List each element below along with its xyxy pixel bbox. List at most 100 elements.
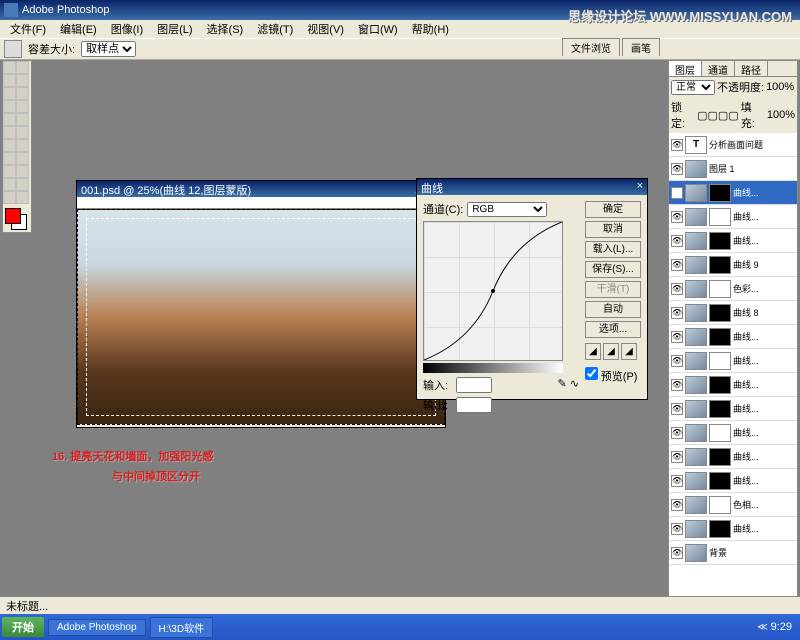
- layer-thumb[interactable]: [685, 328, 707, 346]
- layer-row[interactable]: 👁曲线...: [669, 229, 797, 253]
- layer-thumb[interactable]: [685, 520, 707, 538]
- visibility-icon[interactable]: 👁: [671, 259, 683, 271]
- menu-select[interactable]: 选择(S): [201, 20, 250, 38]
- tab-channels[interactable]: 通道: [702, 61, 735, 76]
- layer-row[interactable]: 👁曲线...: [669, 517, 797, 541]
- visibility-icon[interactable]: 👁: [671, 187, 683, 199]
- layer-thumb[interactable]: [685, 376, 707, 394]
- layer-thumb[interactable]: [685, 232, 707, 250]
- layer-thumb[interactable]: [685, 448, 707, 466]
- layer-row[interactable]: 👁曲线...: [669, 421, 797, 445]
- tool-hand[interactable]: [3, 191, 16, 204]
- visibility-icon[interactable]: 👁: [671, 403, 683, 415]
- tool-pen[interactable]: [3, 165, 16, 178]
- mask-thumb[interactable]: [709, 304, 731, 322]
- fill-value[interactable]: 100%: [767, 109, 795, 121]
- mask-thumb[interactable]: [709, 208, 731, 226]
- layer-row[interactable]: 👁曲线...: [669, 373, 797, 397]
- gradient-bar[interactable]: [423, 363, 563, 373]
- color-swatches[interactable]: [3, 208, 31, 232]
- tool-wand[interactable]: [16, 74, 29, 87]
- visibility-icon[interactable]: 👁: [671, 307, 683, 319]
- mask-thumb[interactable]: [709, 376, 731, 394]
- mask-thumb[interactable]: [709, 328, 731, 346]
- tool-eyedropper[interactable]: [16, 178, 29, 191]
- opacity-value[interactable]: 100%: [766, 81, 794, 93]
- tool-move[interactable]: [3, 61, 16, 74]
- options-button[interactable]: 选项...: [585, 321, 641, 338]
- menu-view[interactable]: 视图(V): [301, 20, 350, 38]
- visibility-icon[interactable]: 👁: [671, 475, 683, 487]
- tool-crop[interactable]: [3, 87, 16, 100]
- layer-row[interactable]: 👁曲线...: [669, 469, 797, 493]
- mask-thumb[interactable]: [709, 496, 731, 514]
- preview-checkbox[interactable]: 预览(P): [585, 367, 641, 384]
- layer-row[interactable]: 👁色彩...: [669, 277, 797, 301]
- eyedropper-icon[interactable]: [4, 40, 22, 58]
- tool-history[interactable]: [16, 113, 29, 126]
- layer-row[interactable]: 👁曲线...: [669, 325, 797, 349]
- layer-row[interactable]: 👁曲线...: [669, 397, 797, 421]
- layer-thumb[interactable]: [685, 304, 707, 322]
- eyedropper-gray[interactable]: ◢: [603, 343, 619, 360]
- layer-thumb[interactable]: [685, 256, 707, 274]
- mask-thumb[interactable]: [709, 520, 731, 538]
- menu-file[interactable]: 文件(F): [4, 20, 52, 38]
- layer-thumb[interactable]: [685, 208, 707, 226]
- tool-gradient[interactable]: [16, 126, 29, 139]
- visibility-icon[interactable]: 👁: [671, 379, 683, 391]
- visibility-icon[interactable]: 👁: [671, 499, 683, 511]
- task-photoshop[interactable]: Adobe Photoshop: [48, 619, 146, 636]
- eyedropper-white[interactable]: ◢: [621, 343, 637, 360]
- tool-dodge[interactable]: [16, 139, 29, 152]
- layer-row[interactable]: 👁曲线 9: [669, 253, 797, 277]
- layer-thumb[interactable]: [685, 184, 707, 202]
- mask-thumb[interactable]: [709, 448, 731, 466]
- layer-thumb[interactable]: [685, 472, 707, 490]
- layer-row[interactable]: 👁曲线 8: [669, 301, 797, 325]
- layer-thumb[interactable]: [685, 160, 707, 178]
- smooth-button[interactable]: 干滑(T): [585, 281, 641, 298]
- layer-thumb[interactable]: [685, 352, 707, 370]
- blend-mode[interactable]: 正常: [671, 80, 715, 95]
- layer-thumb[interactable]: [685, 280, 707, 298]
- curves-graph[interactable]: [423, 221, 563, 361]
- ok-button[interactable]: 确定: [585, 201, 641, 218]
- tool-notes[interactable]: [3, 178, 16, 191]
- input-field[interactable]: [456, 377, 492, 393]
- visibility-icon[interactable]: 👁: [671, 523, 683, 535]
- mask-thumb[interactable]: [709, 232, 731, 250]
- layer-row[interactable]: 👁曲线...: [669, 205, 797, 229]
- visibility-icon[interactable]: 👁: [671, 427, 683, 439]
- layer-row[interactable]: 👁背景: [669, 541, 797, 565]
- mask-thumb[interactable]: [709, 256, 731, 274]
- task-explorer[interactable]: H:\3D软件: [150, 617, 214, 638]
- doc-titlebar[interactable]: 001.psd @ 25%(曲线 12,图层蒙版) _ □ ×: [77, 181, 445, 197]
- tool-slice[interactable]: [16, 87, 29, 100]
- menu-image[interactable]: 图像(I): [105, 20, 149, 38]
- visibility-icon[interactable]: 👁: [671, 163, 683, 175]
- tab-layers[interactable]: 图层: [669, 61, 702, 76]
- mask-thumb[interactable]: [709, 352, 731, 370]
- tab-paths[interactable]: 路径: [735, 61, 768, 76]
- layer-thumb[interactable]: [685, 400, 707, 418]
- curves-titlebar[interactable]: 曲线 ×: [417, 179, 647, 195]
- visibility-icon[interactable]: 👁: [671, 235, 683, 247]
- layer-thumb[interactable]: [685, 544, 707, 562]
- visibility-icon[interactable]: 👁: [671, 451, 683, 463]
- curves-close[interactable]: ×: [637, 180, 643, 194]
- mask-thumb[interactable]: [709, 400, 731, 418]
- mask-thumb[interactable]: [709, 280, 731, 298]
- store-button[interactable]: 保存(S)...: [585, 261, 641, 278]
- visibility-icon[interactable]: 👁: [671, 547, 683, 559]
- layer-thumb[interactable]: [685, 424, 707, 442]
- visibility-icon[interactable]: 👁: [671, 331, 683, 343]
- mask-thumb[interactable]: [709, 472, 731, 490]
- tool-type[interactable]: [16, 152, 29, 165]
- layer-row[interactable]: 👁T分析画面问题: [669, 133, 797, 157]
- fg-color[interactable]: [5, 208, 21, 224]
- visibility-icon[interactable]: 👁: [671, 211, 683, 223]
- canvas[interactable]: [77, 209, 445, 425]
- tool-marquee[interactable]: [16, 61, 29, 74]
- visibility-icon[interactable]: 👁: [671, 139, 683, 151]
